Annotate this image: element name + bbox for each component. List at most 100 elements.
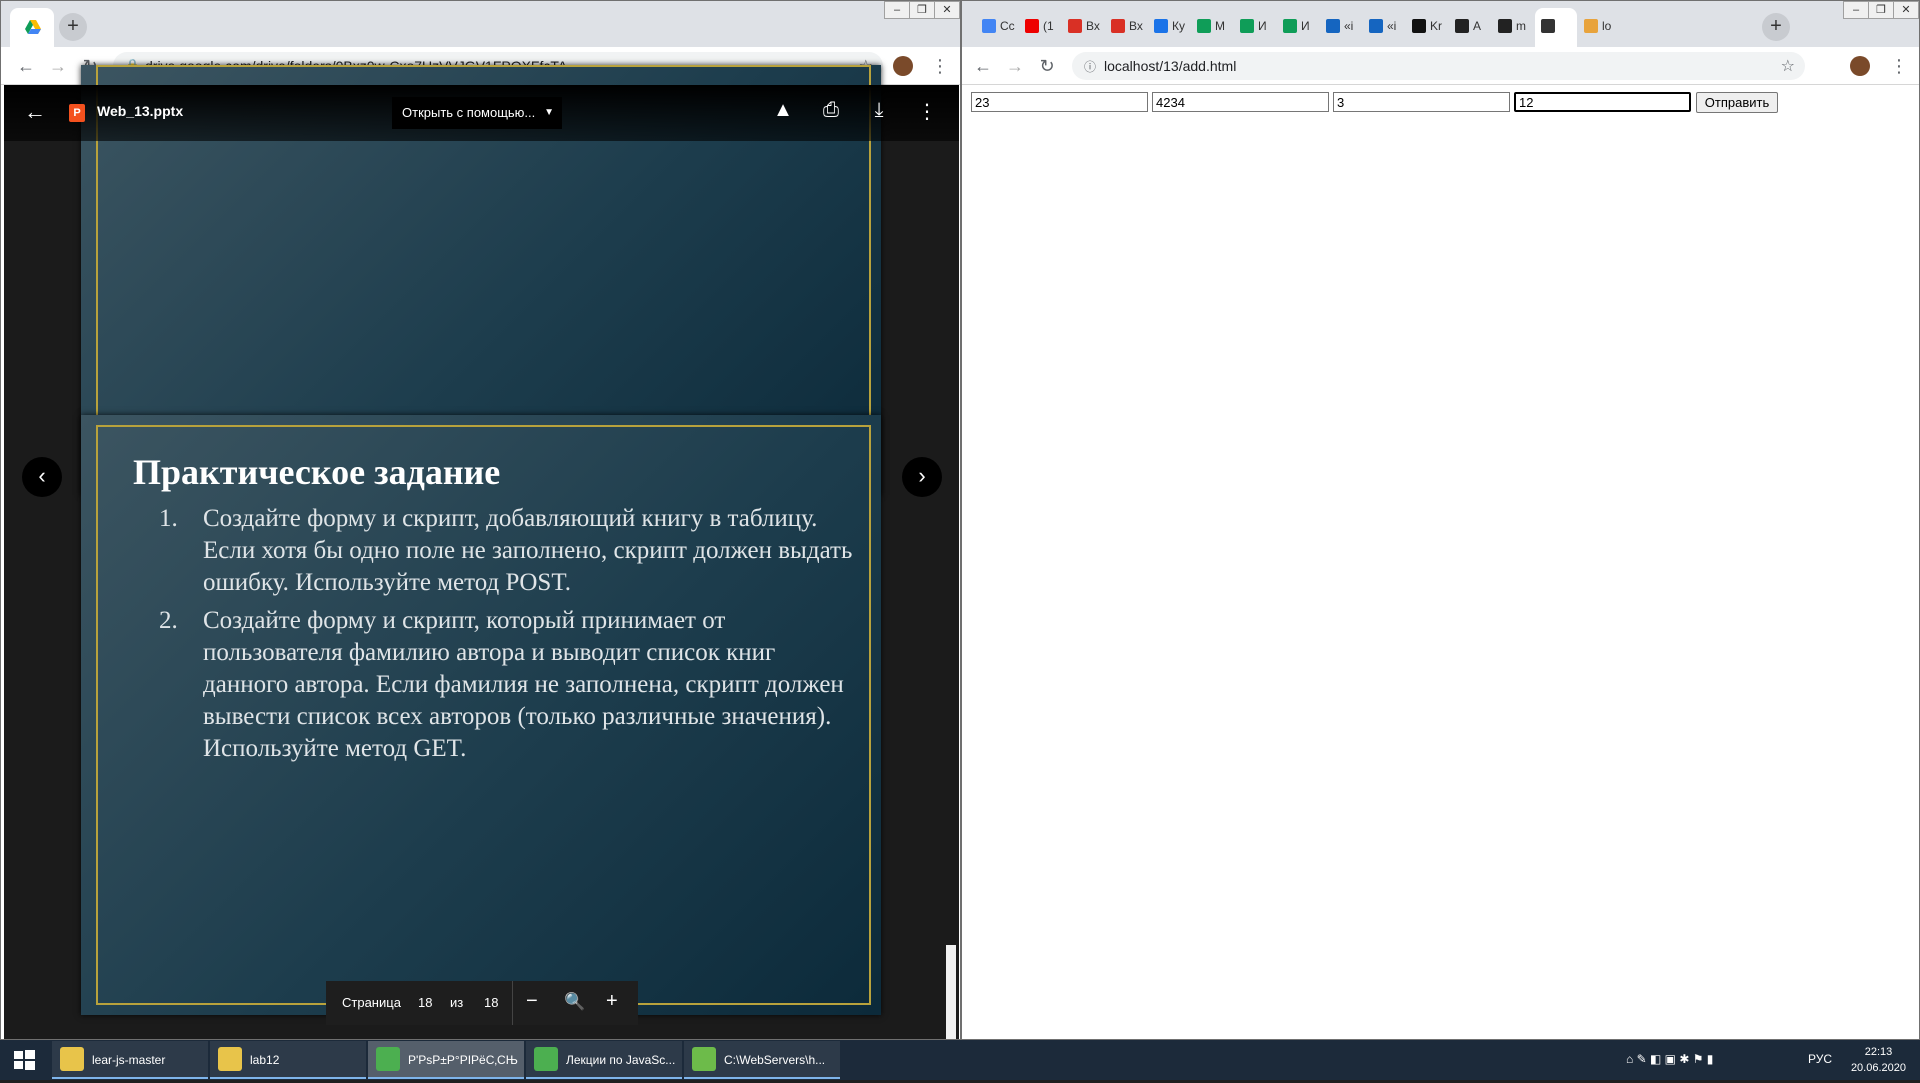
browser-tab[interactable]: m: [1492, 8, 1534, 47]
browser-tab[interactable]: Ку: [1148, 8, 1190, 47]
form-field-1[interactable]: [971, 92, 1148, 112]
new-tab-button[interactable]: +: [1762, 13, 1790, 41]
open-with-button[interactable]: Открыть с помощью... ▼: [392, 97, 562, 129]
minimize-button[interactable]: –: [884, 1, 910, 19]
task-app-icon: [376, 1047, 400, 1071]
form-field-4[interactable]: [1514, 92, 1691, 112]
browser-tab[interactable]: (1: [1019, 8, 1061, 47]
print-icon[interactable]: ⎙: [818, 99, 844, 122]
tab-favicon-icon: [1283, 19, 1297, 33]
browser-tab[interactable]: Kr: [1406, 8, 1448, 47]
zoom-magnifier-icon[interactable]: 🔍: [564, 992, 585, 1012]
reload-button[interactable]: ↻: [1034, 53, 1060, 79]
task-label: Лекции по JavaSc...: [566, 1053, 676, 1067]
previous-file-button[interactable]: ‹: [22, 457, 62, 497]
windows-logo-icon: [14, 1050, 35, 1070]
submit-button[interactable]: Отправить: [1696, 92, 1778, 113]
taskbar-task[interactable]: Р'РѕР±Р°РІРёС‚СЊ...: [368, 1041, 524, 1079]
tray-icons[interactable]: ⌂ ✎ ◧ ▣ ✱ ⚑ ▮: [1626, 1052, 1713, 1066]
powerpoint-file-icon: P: [69, 104, 85, 122]
tab-favicon-icon: [1154, 19, 1168, 33]
slide-current: Практическое задание 1. Создайте форму и…: [81, 415, 881, 1015]
task-app-icon: [218, 1047, 242, 1071]
browser-tab[interactable]: lo: [1578, 8, 1620, 47]
browser-tab[interactable]: М: [1191, 8, 1233, 47]
left-tab-drive[interactable]: [10, 8, 54, 47]
browser-tab[interactable]: Вх: [1062, 8, 1104, 47]
taskbar-task[interactable]: lear-js-master: [52, 1041, 208, 1079]
left-browser-window: + – ❐ ✕ ← → ↻ 🔒 drive.google.com/drive/f…: [0, 0, 961, 1040]
download-icon[interactable]: ⤓: [866, 99, 892, 122]
add-to-drive-icon[interactable]: ▲: [770, 99, 796, 122]
bookmark-star-icon[interactable]: ☆: [1781, 56, 1795, 76]
browser-tab[interactable]: [1535, 8, 1577, 47]
info-icon: ⓘ: [1084, 60, 1097, 74]
language-indicator[interactable]: РУС: [1808, 1052, 1832, 1066]
tab-title: «i: [1387, 19, 1397, 33]
form-field-3[interactable]: [1333, 92, 1510, 112]
more-options-icon[interactable]: ⋮: [914, 99, 940, 124]
close-button[interactable]: ✕: [1893, 1, 1919, 19]
taskbar-task[interactable]: C:\WebServers\h...: [684, 1041, 840, 1079]
chrome-menu-icon[interactable]: ⋮: [931, 55, 949, 77]
tab-favicon-icon: [1240, 19, 1254, 33]
tab-title: Kr: [1430, 19, 1442, 33]
viewer-top-bar: ← P Web_13.pptx Открыть с помощью... ▼ ▲…: [4, 85, 959, 141]
profile-avatar[interactable]: [893, 56, 913, 76]
browser-tab[interactable]: И: [1277, 8, 1319, 47]
google-drive-icon: [24, 18, 42, 36]
start-button[interactable]: [0, 1040, 48, 1080]
next-file-button[interactable]: ›: [902, 457, 942, 497]
scrollbar[interactable]: [946, 945, 956, 1039]
browser-tab[interactable]: A: [1449, 8, 1491, 47]
tab-favicon-icon: [1584, 19, 1598, 33]
windows-taskbar: lear-js-master lab12 Р'РѕР±Р°РІРёС‚СЊ... Ле…: [0, 1040, 1920, 1080]
forward-button[interactable]: →: [1002, 53, 1028, 79]
close-preview-arrow-icon[interactable]: ←: [24, 99, 46, 125]
back-button[interactable]: ←: [970, 53, 996, 79]
maximize-button[interactable]: ❐: [1868, 1, 1894, 19]
browser-tab[interactable]: И: [1234, 8, 1276, 47]
task-app-icon: [534, 1047, 558, 1071]
taskbar-task[interactable]: Лекции по JavaSc...: [526, 1041, 682, 1079]
address-bar[interactable]: ⓘ localhost/13/add.html ☆: [1072, 52, 1805, 80]
browser-tab[interactable]: «i: [1320, 8, 1362, 47]
chrome-menu-icon[interactable]: ⋮: [1890, 55, 1908, 77]
tab-title: A: [1473, 19, 1482, 33]
page-total: 18: [484, 995, 499, 1010]
tab-favicon-icon: [1455, 19, 1469, 33]
tab-title: И: [1301, 19, 1310, 33]
zoom-out-icon[interactable]: −: [526, 990, 538, 1013]
tab-title: «i: [1344, 19, 1354, 33]
right-toolbar: ← → ↻ ⓘ localhost/13/add.html ☆ ⋮: [962, 47, 1919, 85]
taskbar-task[interactable]: lab12: [210, 1041, 366, 1079]
list-item-number: 1.: [159, 505, 178, 532]
form-field-2[interactable]: [1152, 92, 1329, 112]
new-tab-button[interactable]: +: [59, 13, 87, 41]
tab-title: Вх: [1129, 19, 1143, 33]
right-browser-window: Cc (1 Вх Вх Ку М И И «i «i Kr Am lo + – ❐ ✕ ← → ↻ ⓘ …: [961, 0, 1920, 1040]
zoom-in-icon[interactable]: +: [606, 990, 618, 1013]
forward-button[interactable]: →: [45, 53, 71, 79]
tab-favicon-icon: [1541, 19, 1555, 33]
clock[interactable]: 22:13 20.06.2020: [1851, 1044, 1906, 1076]
left-tab-strip: + – ❐ ✕: [1, 1, 960, 47]
page-of-label: из: [450, 995, 464, 1010]
slide-task-list: 1. Создайте форму и скрипт, добавляющий …: [123, 503, 863, 771]
browser-tab[interactable]: Вх: [1105, 8, 1147, 47]
file-preview-viewer: Практическое задание 1. Создайте форму и…: [4, 65, 959, 1039]
profile-avatar[interactable]: [1850, 56, 1870, 76]
tab-favicon-icon: [982, 19, 996, 33]
browser-tab[interactable]: Cc: [976, 8, 1018, 47]
tab-favicon-icon: [1498, 19, 1512, 33]
maximize-button[interactable]: ❐: [909, 1, 935, 19]
list-item: 2. Создайте форму и скрипт, который прин…: [123, 605, 863, 765]
browser-tab[interactable]: «i: [1363, 8, 1405, 47]
back-button[interactable]: ←: [13, 53, 39, 79]
tab-title: m: [1516, 19, 1526, 33]
tab-favicon-icon: [1025, 19, 1039, 33]
close-button[interactable]: ✕: [934, 1, 960, 19]
minimize-button[interactable]: –: [1843, 1, 1869, 19]
tab-title: Ку: [1172, 19, 1185, 33]
task-label: C:\WebServers\h...: [724, 1053, 826, 1067]
